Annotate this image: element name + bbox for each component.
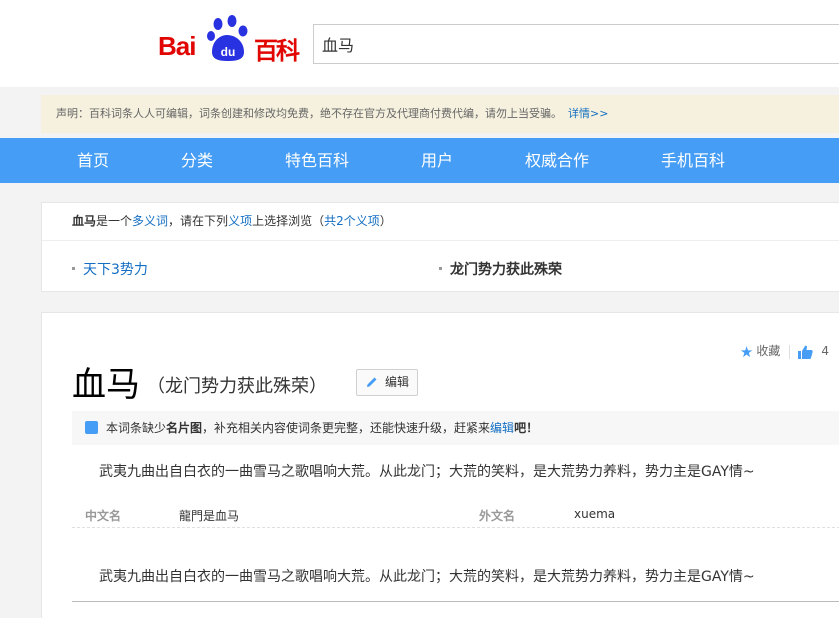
divider: [42, 240, 839, 241]
sense-count-link[interactable]: 共2个义项: [324, 214, 380, 228]
polysemy-note: 血马是一个多义词，请在下列义项上选择浏览（共2个义项）: [72, 212, 392, 229]
nav-item-users[interactable]: 用户: [421, 138, 453, 183]
divider: [72, 601, 839, 602]
baidu-baike-logo[interactable]: Bai du 百科: [158, 14, 300, 65]
tip-edit-link[interactable]: 编辑: [490, 421, 514, 435]
header: Bai du 百科: [0, 0, 839, 87]
star-icon[interactable]: ★: [740, 343, 753, 361]
edit-note-icon: [85, 421, 98, 434]
polysemy-word: 血马: [72, 214, 97, 228]
sense-item-label: 龙门势力获此殊荣: [450, 262, 562, 278]
polysemy-box: 血马是一个多义词，请在下列义项上选择浏览（共2个义项） 天下3势力 龙门势力获此…: [41, 202, 839, 292]
tip-text-1: 本词条缺少: [106, 421, 167, 435]
thumbs-up-icon[interactable]: [798, 345, 814, 359]
info-label-chinese-name: 中文名: [85, 509, 122, 523]
notice-bar: 声明：百科词条人人可编辑，词条创建和修改均免费，绝不存在官方及代理商付费代编，请…: [41, 95, 839, 133]
nav-item-category[interactable]: 分类: [181, 138, 213, 183]
basic-info-row: 中文名 龍門是血马 外文名 xuema: [72, 498, 839, 528]
nav-item-mobile[interactable]: 手机百科: [661, 138, 725, 183]
info-value-chinese-name: 龍門是血马: [179, 509, 240, 523]
polysemy-link[interactable]: 多义词: [132, 214, 168, 228]
pencil-icon: [367, 377, 377, 387]
entry-card: ★ 收藏 4 血马 （龙门势力获此殊荣） 编辑 本词条缺少名片图，补充相关内容使词条…: [41, 312, 839, 618]
paw-icon: du: [207, 15, 248, 61]
polysemy-text-2: ，请在下列: [168, 214, 229, 228]
divider: [789, 344, 791, 359]
edit-button[interactable]: 编辑: [356, 369, 418, 396]
entry-subtitle: （龙门势力获此殊荣）: [147, 376, 327, 397]
missing-image-tip: 本词条缺少名片图，补充相关内容使词条更完整，还能快速升级，赶紧来编辑吧！: [72, 411, 839, 445]
tip-text-2: ，补充相关内容使词条更完整，还能快速升级，赶紧来: [202, 421, 491, 435]
sense-item-tianxia[interactable]: 天下3势力: [72, 259, 148, 279]
nav-item-home[interactable]: 首页: [77, 138, 109, 183]
entry-title: 血马: [72, 365, 140, 405]
entry-tools: ★ 收藏 4: [740, 342, 829, 361]
main-nav: 首页 分类 特色百科 用户 权威合作 手机百科: [0, 138, 839, 183]
logo-text-bai: Bai: [158, 31, 196, 61]
info-label-foreign-name: 外文名: [479, 509, 516, 523]
polysemy-text-4: ）: [379, 214, 392, 228]
bullet-icon: [72, 266, 75, 270]
edit-button-label: 编辑: [385, 375, 410, 389]
sense-item-longmen[interactable]: 龙门势力获此殊荣: [439, 259, 562, 279]
info-value-foreign-name: xuema: [574, 507, 616, 521]
polysemy-text-3: 上选择浏览（: [252, 214, 325, 228]
tip-bold: 名片图: [166, 421, 203, 435]
logo-paw-text: du: [221, 45, 236, 59]
notice-details-link[interactable]: 详情>>: [568, 107, 608, 120]
entry-summary-repeat: 武夷九曲出自白衣的一曲雪马之歌唱响大荒。从此龙门；大荒的笑料，是大荒势力养料，势…: [99, 569, 755, 585]
polysemy-text-1: 是一个: [96, 214, 133, 228]
sense-item-label: 天下3势力: [83, 262, 148, 278]
logo-text-baike: 百科: [254, 37, 300, 65]
nav-item-authority[interactable]: 权威合作: [525, 138, 589, 183]
bullet-icon: [439, 266, 442, 270]
sense-link[interactable]: 义项: [228, 214, 252, 228]
like-count: 4: [821, 344, 829, 358]
nav-item-featured[interactable]: 特色百科: [285, 138, 349, 183]
collect-button[interactable]: 收藏: [756, 344, 780, 358]
tip-text-3: 吧！: [514, 421, 539, 435]
notice-text: 声明：百科词条人人可编辑，词条创建和修改均免费，绝不存在官方及代理商付费代编，请…: [56, 107, 562, 120]
entry-summary: 武夷九曲出自白衣的一曲雪马之歌唱响大荒。从此龙门；大荒的笑料，是大荒势力养料，势…: [99, 464, 755, 480]
search-input[interactable]: [313, 24, 839, 64]
